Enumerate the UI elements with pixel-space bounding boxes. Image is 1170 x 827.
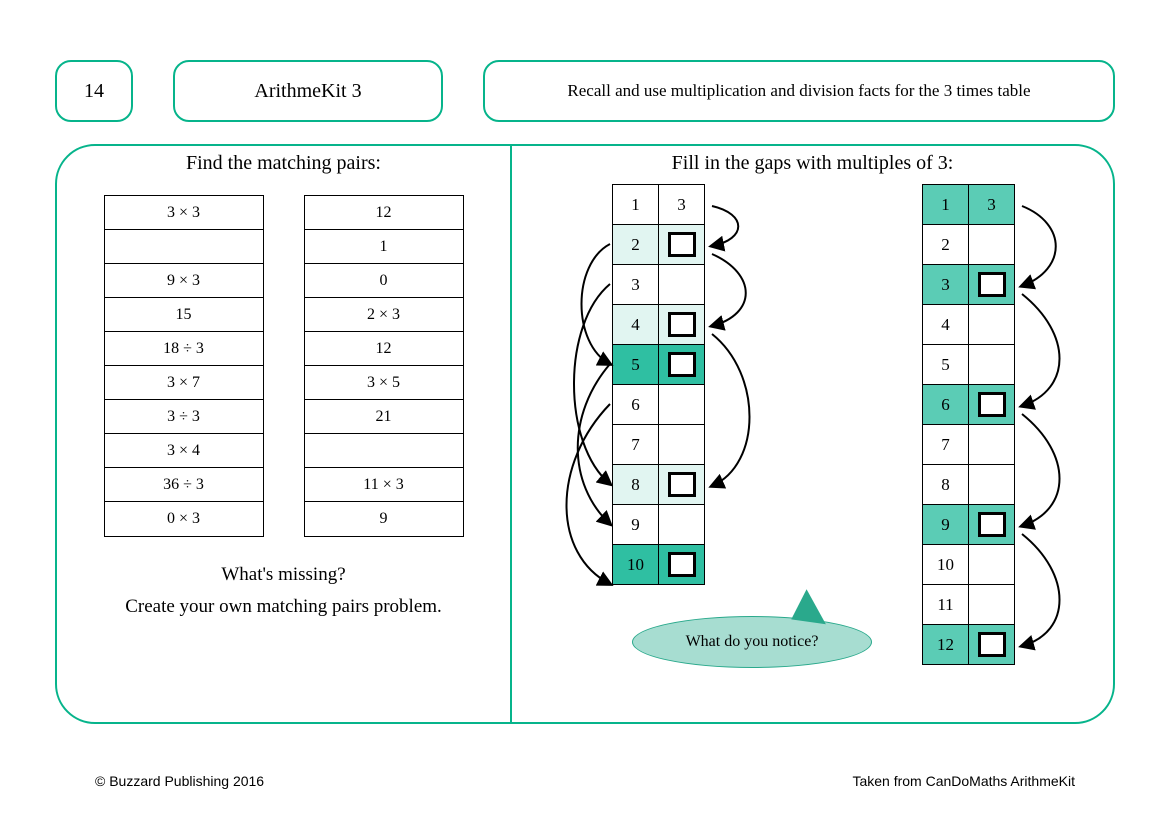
answer-box[interactable] [668,312,696,337]
value-cell [969,305,1015,345]
index-cell: 3 [613,265,659,305]
value-cell [969,225,1015,265]
index-cell: 7 [923,425,969,465]
value-cell [969,625,1015,665]
matching-pairs: 3 × 39 × 31518 ÷ 33 × 73 ÷ 33 × 436 ÷ 30… [57,195,510,537]
pair-cell: 11 × 3 [305,468,463,502]
right-panel: Fill in the gaps with multiples of 3: 13… [512,146,1113,722]
question-missing: What's missing? [57,559,510,591]
question-create: Create your own matching pairs problem. [57,591,510,623]
value-cell [969,425,1015,465]
pair-cell: 0 × 3 [105,502,263,536]
footer: © Buzzard Publishing 2016 Taken from Can… [95,773,1075,789]
value-cell: 3 [659,185,705,225]
left-panel: Find the matching pairs: 3 × 3 9 × 31518 … [57,146,512,722]
pair-cell: 12 [305,196,463,230]
index-cell: 8 [613,465,659,505]
pair-column-b: 12102 × 3123 × 52111 × 39 [304,195,464,537]
answer-box[interactable] [978,272,1006,297]
index-cell: 12 [923,625,969,665]
pair-cell: 3 × 7 [105,366,263,400]
pair-cell: 0 [305,264,463,298]
worksheet-description: Recall and use multiplication and divisi… [483,60,1115,122]
index-cell: 10 [613,545,659,585]
speech-tail-icon [793,591,829,625]
index-cell: 2 [613,225,659,265]
index-cell: 6 [613,385,659,425]
value-cell [969,385,1015,425]
multiples-table-2: 1323456789101112 [922,184,1015,665]
worksheet-title: ArithmeKit 3 [173,60,443,122]
value-cell [969,345,1015,385]
index-cell: 4 [923,305,969,345]
footer-copyright: © Buzzard Publishing 2016 [95,773,264,789]
pair-cell: 18 ÷ 3 [105,332,263,366]
answer-box[interactable] [668,552,696,577]
value-cell [659,465,705,505]
answer-box[interactable] [668,352,696,377]
pair-column-a: 3 × 3 9 × 31518 ÷ 33 × 73 ÷ 33 × 436 ÷ 30… [104,195,264,537]
value-cell [969,585,1015,625]
multiples-table-1: 132345678910 [612,184,705,585]
pair-cell: 3 × 4 [105,434,263,468]
answer-box[interactable] [668,232,696,257]
main-panel: Find the matching pairs: 3 × 39 × 31518 … [55,144,1115,724]
index-cell: 7 [613,425,659,465]
value-cell [659,505,705,545]
index-cell: 6 [923,385,969,425]
pair-cell: 21 [305,400,463,434]
index-cell: 9 [613,505,659,545]
value-cell [659,225,705,265]
value-cell [659,545,705,585]
speech-bubble: What do you notice? [632,616,872,668]
speech-text: What do you notice? [686,633,819,651]
footer-source: Taken from CanDoMaths ArithmeKit [852,773,1075,789]
header: 14 ArithmeKit 3 Recall and use multiplic… [0,0,1170,122]
pair-cell: 9 × 3 [105,264,263,298]
pair-cell: 2 × 3 [305,298,463,332]
pair-cell: 3 ÷ 3 [105,400,263,434]
index-cell: 10 [923,545,969,585]
answer-box[interactable] [668,472,696,497]
pair-cell: 9 [305,502,463,536]
pair-cell [105,230,263,264]
pair-cell: 3 × 5 [305,366,463,400]
answer-box[interactable] [978,512,1006,537]
index-cell: 1 [923,185,969,225]
left-questions: What's missing? Create your own matching… [57,559,510,624]
index-cell: 5 [923,345,969,385]
value-cell [659,345,705,385]
right-title: Fill in the gaps with multiples of 3: [512,152,1113,175]
index-cell: 1 [613,185,659,225]
value-cell [659,385,705,425]
pair-cell: 15 [105,298,263,332]
pair-cell [305,434,463,468]
left-title: Find the matching pairs: [57,152,510,175]
index-cell: 8 [923,465,969,505]
value-cell [969,465,1015,505]
pair-cell: 1 [305,230,463,264]
index-cell: 11 [923,585,969,625]
value-cell [969,505,1015,545]
answer-box[interactable] [978,632,1006,657]
index-cell: 5 [613,345,659,385]
value-cell: 3 [969,185,1015,225]
answer-box[interactable] [978,392,1006,417]
pair-cell: 36 ÷ 3 [105,468,263,502]
index-cell: 4 [613,305,659,345]
index-cell: 9 [923,505,969,545]
worksheet-number: 14 [55,60,133,122]
value-cell [659,265,705,305]
value-cell [659,425,705,465]
pair-cell: 12 [305,332,463,366]
index-cell: 3 [923,265,969,305]
value-cell [969,545,1015,585]
pair-cell: 3 × 3 [105,196,263,230]
index-cell: 2 [923,225,969,265]
value-cell [969,265,1015,305]
value-cell [659,305,705,345]
speech-bubble-wrap: What do you notice? [632,616,872,668]
